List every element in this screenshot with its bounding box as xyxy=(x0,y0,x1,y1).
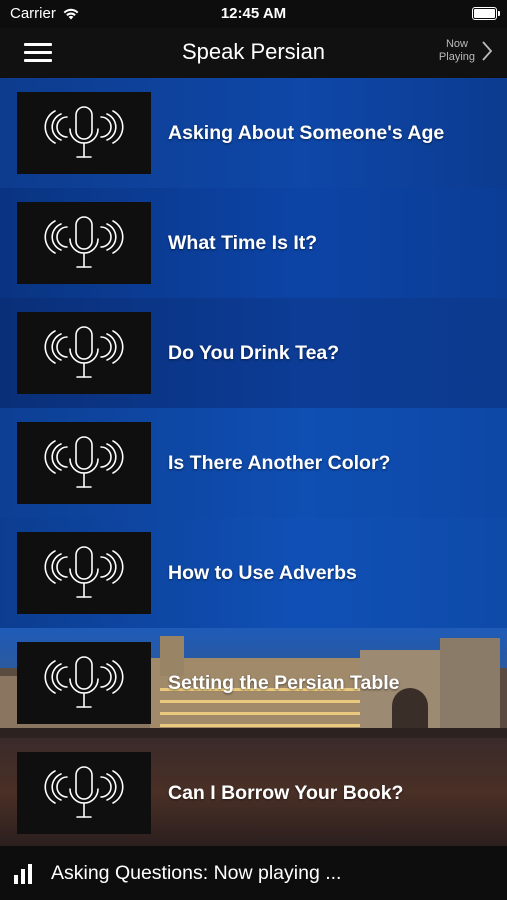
lesson-list: Asking About Someone's Age What Time Is … xyxy=(0,78,507,846)
lesson-title: Is There Another Color? xyxy=(168,451,391,474)
now-playing-label: Now Playing xyxy=(439,38,475,64)
now-playing-text: Asking Questions: Now playing ... xyxy=(51,862,342,884)
lesson-row[interactable]: Is There Another Color? xyxy=(0,408,507,518)
microphone-icon xyxy=(44,546,124,598)
lesson-thumbnail xyxy=(17,642,151,724)
lesson-title: Do You Drink Tea? xyxy=(168,341,340,364)
lesson-row[interactable]: Can I Borrow Your Book? xyxy=(0,738,507,846)
now-playing-line2: Playing xyxy=(438,51,475,63)
microphone-icon xyxy=(44,106,124,158)
lesson-row[interactable]: Asking About Someone's Age xyxy=(0,78,507,188)
now-playing-button[interactable]: Now Playing xyxy=(439,38,493,64)
now-playing-bar[interactable]: Asking Questions: Now playing ... xyxy=(0,846,507,900)
microphone-icon xyxy=(44,216,124,268)
lesson-thumbnail xyxy=(17,202,151,284)
lesson-thumbnail xyxy=(17,92,151,174)
chevron-right-icon xyxy=(482,41,493,61)
microphone-icon xyxy=(44,766,124,818)
lesson-thumbnail xyxy=(17,422,151,504)
nav-bar: Speak Persian Now Playing xyxy=(0,28,507,78)
lesson-row[interactable]: Do You Drink Tea? xyxy=(0,298,507,408)
lesson-row[interactable]: Setting the Persian Table xyxy=(0,628,507,738)
microphone-icon xyxy=(44,436,124,488)
lesson-thumbnail xyxy=(17,312,151,394)
now-playing-line1: Now xyxy=(445,38,468,50)
microphone-icon xyxy=(44,656,124,708)
status-bar: Carrier 12:45 AM xyxy=(0,0,507,28)
lesson-title: Can I Borrow Your Book? xyxy=(168,781,404,804)
battery-icon xyxy=(472,7,500,20)
lesson-title: How to Use Adverbs xyxy=(168,561,357,584)
lesson-title: What Time Is It? xyxy=(168,231,318,254)
page-title: Speak Persian xyxy=(181,39,326,64)
lesson-title: Setting the Persian Table xyxy=(168,671,400,694)
lesson-row[interactable]: How to Use Adverbs xyxy=(0,518,507,628)
lesson-title: Asking About Someone's Age xyxy=(168,121,445,144)
lesson-row[interactable]: What Time Is It? xyxy=(0,188,507,298)
equalizer-icon xyxy=(14,864,38,884)
lesson-thumbnail xyxy=(17,752,151,834)
clock: 12:45 AM xyxy=(220,5,287,22)
lesson-thumbnail xyxy=(17,532,151,614)
microphone-icon xyxy=(44,326,124,378)
